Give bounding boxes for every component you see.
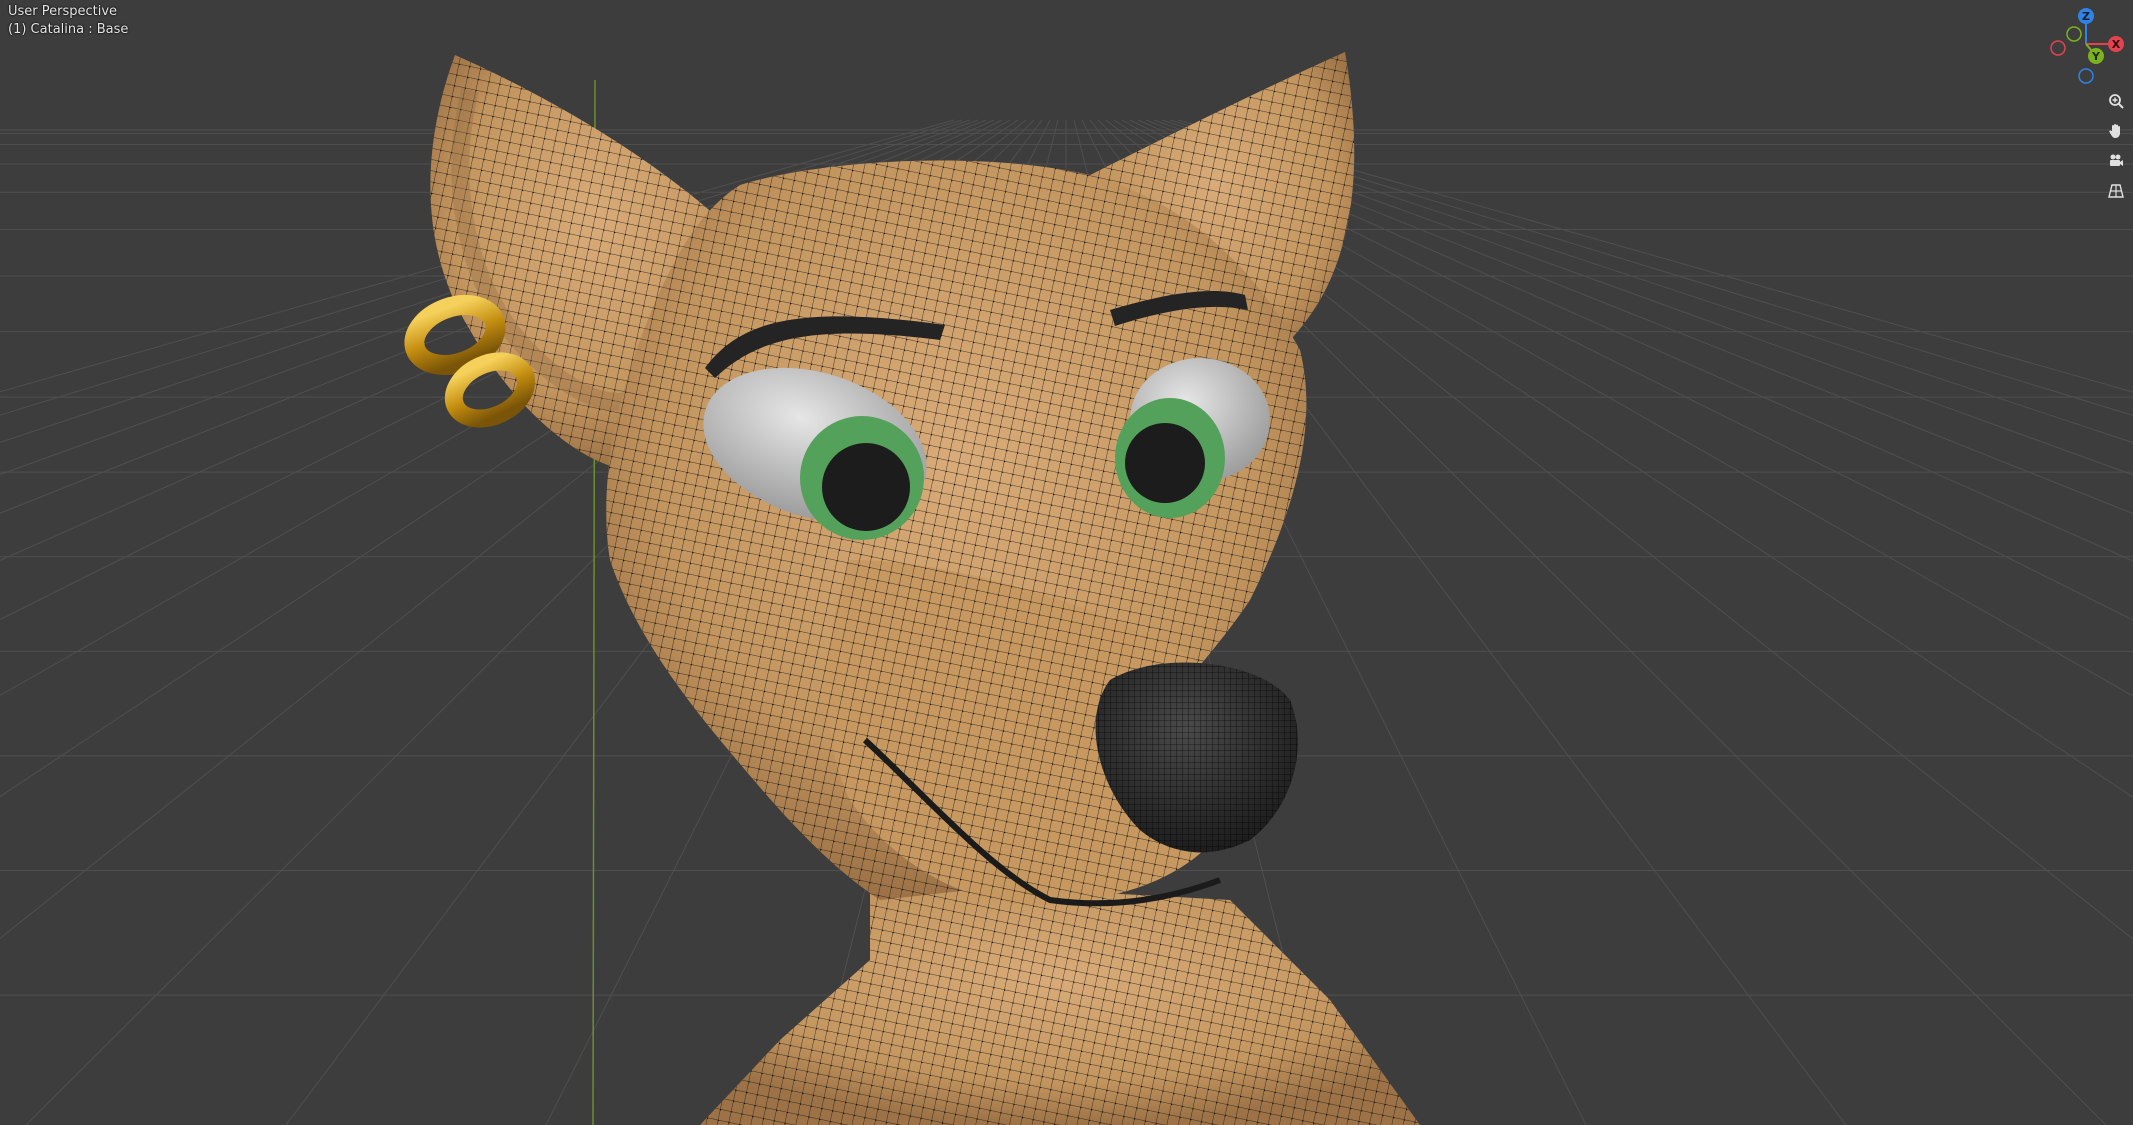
y-axis-handle[interactable]: Y: [2088, 48, 2104, 64]
active-object-label: (1) Catalina : Base: [8, 22, 129, 37]
navigation-gizmo[interactable]: Z Y X: [2040, 4, 2132, 92]
camera-view-button[interactable]: [2102, 147, 2130, 175]
view-name-label: User Perspective: [8, 4, 118, 19]
zoom-button[interactable]: [2102, 87, 2130, 115]
character-model[interactable]: [404, 52, 1420, 1125]
neg-x-axis-handle[interactable]: [2050, 40, 2066, 56]
grid-icon: [2108, 184, 2124, 198]
x-axis-handle[interactable]: X: [2108, 36, 2124, 52]
z-axis-label: Z: [2082, 10, 2090, 23]
y-axis-label: Y: [2091, 50, 2101, 63]
neg-y-axis-handle[interactable]: [2066, 26, 2082, 42]
right-pupil: [1125, 423, 1205, 503]
zoom-icon: [2109, 94, 2124, 109]
pan-button[interactable]: [2102, 117, 2130, 145]
neg-z-axis-handle[interactable]: [2078, 68, 2094, 84]
perspective-toggle-button[interactable]: [2102, 177, 2130, 205]
3d-viewport[interactable]: User Perspective (1) Catalina : Base Z Y…: [0, 0, 2133, 1125]
camera-icon: [2110, 154, 2123, 166]
hand-icon: [2109, 124, 2120, 138]
z-axis-handle[interactable]: Z: [2078, 8, 2094, 24]
x-axis-label: X: [2112, 38, 2121, 51]
scene-canvas[interactable]: [0, 0, 2133, 1125]
left-pupil: [822, 443, 910, 531]
